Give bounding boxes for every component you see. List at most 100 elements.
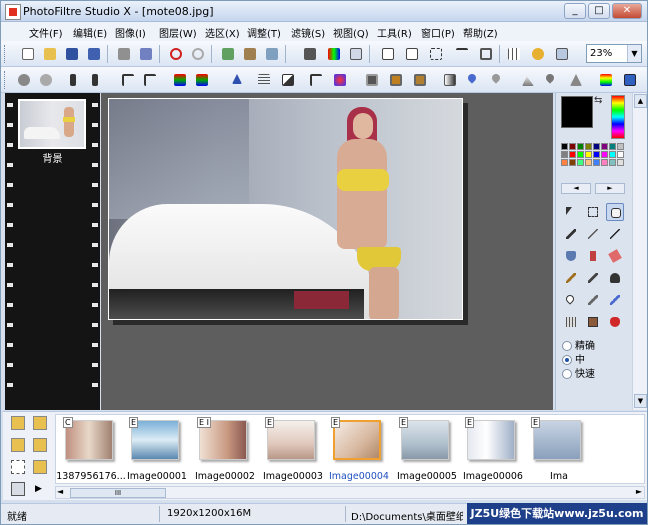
hand-tool-icon[interactable] [606, 203, 624, 221]
toolbar-grip[interactable] [4, 45, 7, 63]
rainbow-filter-icon[interactable] [597, 71, 615, 89]
app-icon[interactable] [5, 4, 21, 20]
menu-edit[interactable]: 编辑(E) [73, 25, 107, 40]
thumbnail-item[interactable]: E Image00006 [462, 417, 524, 483]
auto-level-icon[interactable] [15, 71, 33, 89]
thumbnail-item[interactable]: E Image00003 [262, 417, 324, 483]
eraser-tool-icon[interactable] [606, 247, 624, 265]
chevron-right-icon[interactable]: ▶ [35, 484, 49, 498]
paste-icon[interactable] [241, 45, 259, 63]
image-size-icon[interactable] [379, 45, 397, 63]
palette-swatch[interactable] [569, 159, 576, 166]
swap-colors-icon[interactable]: ⇆ [594, 95, 606, 107]
palette-next-button[interactable]: ► [595, 183, 625, 194]
palette-swatch[interactable] [585, 159, 592, 166]
precision-radio[interactable]: 精确 [562, 337, 632, 352]
pattern-tool-icon[interactable] [562, 313, 580, 331]
save-as-icon[interactable] [85, 45, 103, 63]
hue-color-bar[interactable] [611, 95, 625, 139]
menu-help[interactable]: 帮助(Z) [463, 25, 498, 40]
radio-button[interactable] [562, 341, 572, 351]
photo-canvas[interactable] [108, 98, 463, 320]
print-icon[interactable] [11, 482, 25, 496]
chevron-down-icon[interactable]: ▼ [627, 45, 641, 62]
redo-icon[interactable] [189, 45, 207, 63]
scroll-right-icon[interactable]: ► [636, 487, 642, 496]
portrait-tool-icon[interactable] [584, 313, 602, 331]
menu-window[interactable]: 窗口(P) [421, 25, 455, 40]
strawberry-tool-icon[interactable] [606, 313, 624, 331]
palette-swatch[interactable] [601, 143, 608, 150]
toolbar-grip[interactable] [4, 71, 7, 89]
menu-view[interactable]: 视图(Q) [333, 25, 369, 40]
palette-swatch[interactable] [593, 159, 600, 166]
medium-radio[interactable]: 中 [562, 351, 632, 366]
palette-swatch[interactable] [609, 143, 616, 150]
thumbnail-item[interactable]: C 1387956176... [56, 417, 126, 483]
eyedropper-tool-icon[interactable] [562, 225, 580, 243]
crop-icon[interactable] [427, 45, 445, 63]
scroll-down-button[interactable]: ▼ [634, 394, 647, 408]
levels-icon[interactable] [255, 71, 273, 89]
palette-swatch[interactable] [561, 151, 568, 158]
auto-contrast-icon[interactable] [307, 71, 325, 89]
scroll-up-button[interactable]: ▲ [634, 94, 647, 108]
brush-tool-icon[interactable] [562, 269, 580, 287]
menu-file[interactable]: 文件(F) [29, 25, 63, 40]
palette-swatch[interactable] [601, 159, 608, 166]
horizontal-scrollbar[interactable]: ◄ III ► [55, 486, 645, 499]
selection-tool-icon[interactable] [584, 203, 602, 221]
thumbnail-item[interactable]: E Image00001 [126, 417, 188, 483]
palette-swatch[interactable] [609, 159, 616, 166]
mountain-icon[interactable] [519, 71, 537, 89]
palette-swatch[interactable] [617, 143, 624, 150]
text-icon[interactable] [453, 45, 471, 63]
copy-icon[interactable] [219, 45, 237, 63]
palette-swatch[interactable] [561, 143, 568, 150]
vertical-scrollbar[interactable]: ▲ ▼ [632, 93, 647, 410]
paste-layer-icon[interactable] [263, 45, 281, 63]
thumbnail-item-selected[interactable]: E Image00004 [328, 417, 390, 483]
layer-thumbnail[interactable] [18, 99, 86, 149]
frame-icon[interactable] [477, 45, 495, 63]
title-bar[interactable]: PhotoFiltre Studio X - [mote08.jpg] _ □ … [1, 1, 647, 22]
auto-color-icon[interactable] [331, 71, 349, 89]
pencil-tool-icon[interactable] [584, 269, 602, 287]
smudge-tool-icon[interactable] [584, 291, 602, 309]
grid-icon[interactable] [505, 45, 523, 63]
folder-refresh-icon[interactable] [33, 438, 47, 452]
drop-gray-icon[interactable] [489, 71, 507, 89]
menu-image[interactable]: 图像(I) [115, 25, 146, 40]
radio-button[interactable] [562, 369, 572, 379]
maximize-button[interactable]: □ [588, 3, 610, 19]
magic-wand-tool-icon[interactable] [584, 225, 602, 243]
open-icon[interactable] [41, 45, 59, 63]
contrast-plus-icon[interactable] [141, 71, 159, 89]
thumbnail-item[interactable]: E I Image00002 [194, 417, 256, 483]
folder-tree-icon[interactable] [11, 416, 25, 430]
folder-favorite-icon[interactable] [33, 460, 47, 474]
thumbnail-item[interactable]: E Image00005 [396, 417, 458, 483]
drop-blue-icon[interactable] [465, 71, 483, 89]
triangle-icon[interactable] [567, 71, 585, 89]
monitor-icon[interactable] [621, 71, 639, 89]
zoom-select[interactable]: 23% ▼ [586, 44, 642, 63]
new-icon[interactable] [19, 45, 37, 63]
palette-swatch[interactable] [561, 159, 568, 166]
menu-selection[interactable]: 选区(X) [205, 25, 240, 40]
fast-radio[interactable]: 快速 [562, 365, 632, 380]
scroll-left-icon[interactable]: ◄ [57, 487, 63, 496]
folder-icon[interactable] [11, 438, 25, 452]
saturation-plus-icon[interactable] [193, 71, 211, 89]
sparkle-icon[interactable] [37, 71, 55, 89]
radio-button-selected[interactable] [562, 355, 572, 365]
undo-icon[interactable] [167, 45, 185, 63]
palette-swatch[interactable] [617, 159, 624, 166]
scroll-thumb[interactable]: III [70, 488, 166, 498]
palette-swatch[interactable] [569, 151, 576, 158]
palette-swatch[interactable] [577, 151, 584, 158]
palette-swatch[interactable] [601, 151, 608, 158]
palette-swatch[interactable] [585, 151, 592, 158]
clone-tool-icon[interactable] [606, 291, 624, 309]
palette-swatch[interactable] [585, 143, 592, 150]
